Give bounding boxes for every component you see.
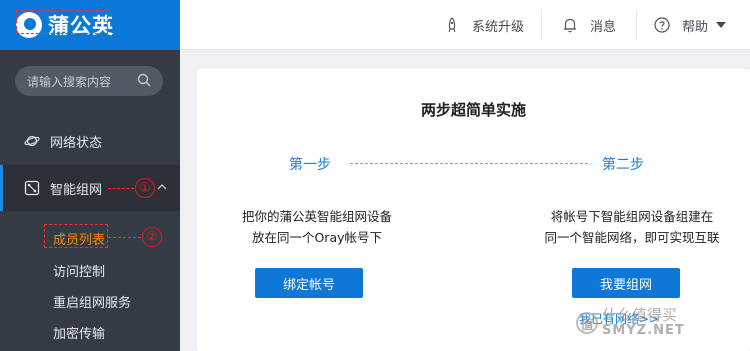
search-icon[interactable]: [137, 73, 151, 87]
sidebar-item-label: 网络状态: [50, 135, 103, 151]
search-placeholder: 请输入搜索内容: [27, 74, 112, 89]
caret-down-icon: [716, 22, 727, 28]
step-1-label: 第一步: [289, 157, 331, 173]
annotation-connector: [108, 188, 134, 189]
sidebar-item-label: 智能组网: [50, 182, 103, 198]
watermark-domain: SMYZ.NET: [602, 323, 685, 338]
divider: [541, 10, 542, 40]
sidebar-subitem-access-control[interactable]: 访问控制: [53, 261, 105, 280]
system-upgrade-label: 系统升级: [472, 19, 525, 35]
annotation-connector: [108, 237, 141, 238]
sidebar: 蒲公英 请输入搜索内容 网络状态 智能组网 成员列表 访问控制 重启组网服务 加…: [0, 0, 180, 351]
sidebar-subitem-restart-service[interactable]: 重启组网服务: [53, 292, 131, 311]
system-upgrade-button[interactable]: 系统升级: [444, 0, 524, 50]
planet-icon: [24, 135, 40, 147]
create-network-button[interactable]: 我要组网: [572, 268, 680, 298]
rocket-icon: [448, 17, 456, 33]
watermark-logo-icon: 值: [576, 312, 598, 334]
step-1-description: 把你的蒲公英智能组网设备 放在同一个Oray帐号下: [217, 206, 417, 248]
annotation-highlight-box: [16, 10, 108, 34]
description-line: 放在同一个Oray帐号下: [251, 230, 383, 245]
page-title: 两步超简单实施: [420, 101, 526, 119]
step-connector-line: [350, 163, 588, 164]
help-menu-button[interactable]: 帮助: [654, 0, 727, 50]
step-2-label: 第二步: [602, 157, 644, 173]
step-2-description: 将帐号下智能组网设备组建在 同一个智能网络，即可实现互联: [532, 206, 732, 248]
search-input[interactable]: 请输入搜索内容: [15, 66, 163, 96]
sidebar-item-network-status[interactable]: 网络状态: [0, 124, 180, 158]
sidebar-subitem-encrypted-transfer[interactable]: 加密传输: [53, 323, 105, 342]
question-circle-icon: [654, 17, 670, 33]
network-icon: [24, 180, 40, 196]
bell-icon: [564, 18, 576, 33]
help-label: 帮助: [682, 19, 709, 35]
watermark: 值 什么值得买 SMYZ.NET: [576, 308, 685, 338]
annotation-highlight-box: [44, 224, 108, 248]
chevron-up-icon[interactable]: [157, 182, 167, 192]
bind-account-button[interactable]: 绑定帐号: [255, 268, 363, 298]
description-line: 同一个智能网络，即可实现互联: [544, 230, 720, 245]
annotation-callout-1: ①: [135, 178, 155, 198]
divider: [636, 10, 637, 40]
description-line: 把你的蒲公英智能组网设备: [241, 209, 392, 224]
watermark-text: 什么值得买: [602, 306, 678, 324]
description-line: 将帐号下智能组网设备组建在: [550, 209, 714, 224]
messages-label: 消息: [590, 19, 617, 35]
app-root: 蒲公英 请输入搜索内容 网络状态 智能组网 成员列表 访问控制 重启组网服务 加…: [0, 0, 750, 351]
messages-button[interactable]: 消息: [562, 0, 616, 50]
topbar: 系统升级 消息 帮助: [180, 0, 750, 50]
annotation-callout-2: ②: [142, 227, 162, 247]
